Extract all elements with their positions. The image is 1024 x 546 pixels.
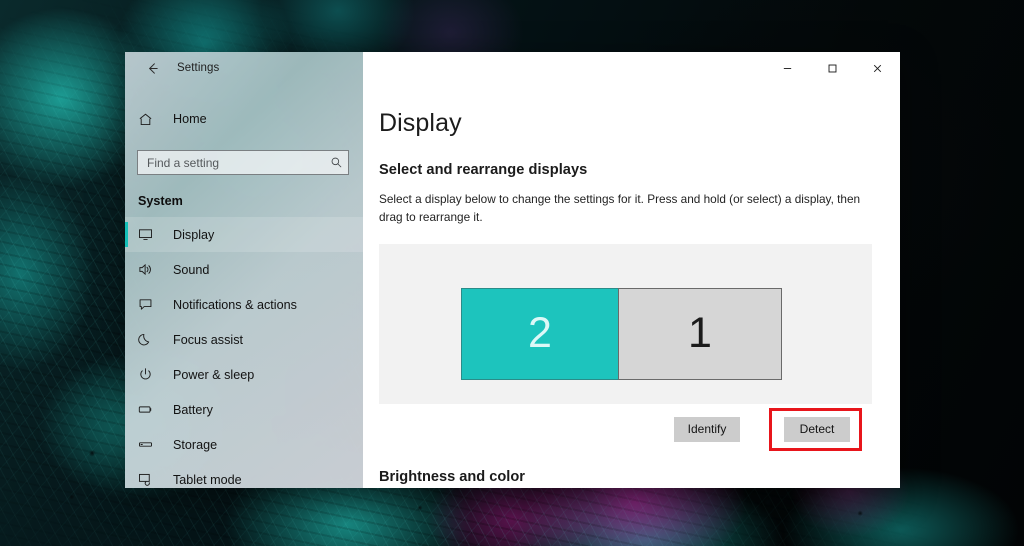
monitor-icon <box>138 227 164 242</box>
desktop: Settings Home Find a setting System Disp… <box>0 0 1024 546</box>
home-icon <box>138 112 164 127</box>
sidebar-item-notifications[interactable]: Notifications & actions <box>125 287 363 322</box>
tablet-icon <box>138 472 164 487</box>
sidebar-item-storage[interactable]: Storage <box>125 427 363 462</box>
sidebar-item-power-sleep[interactable]: Power & sleep <box>125 357 363 392</box>
sidebar-category-heading: System <box>138 194 183 208</box>
display-action-buttons: Identify Detect <box>379 407 872 451</box>
notification-icon <box>138 297 164 312</box>
identify-button[interactable]: Identify <box>674 416 740 442</box>
speaker-icon <box>138 262 164 277</box>
maximize-button[interactable] <box>810 52 855 84</box>
search-icon <box>324 151 348 174</box>
display-tile-2[interactable]: 2 <box>461 287 619 380</box>
power-icon <box>138 367 164 382</box>
moon-icon <box>138 332 164 347</box>
sidebar-item-home-label: Home <box>173 112 207 126</box>
settings-content-pane: Display Select and rearrange displays Se… <box>363 52 900 488</box>
minimize-button[interactable] <box>765 52 810 84</box>
sidebar-item-focus-assist[interactable]: Focus assist <box>125 322 363 357</box>
sidebar-nav-list: Display Sound Notifications & actions Fo… <box>125 217 363 488</box>
display-tile-2-number: 2 <box>528 309 552 358</box>
window-title: Settings <box>177 62 220 74</box>
sidebar-item-focus-assist-label: Focus assist <box>173 332 243 347</box>
brightness-and-color-heading: Brightness and color <box>379 468 525 485</box>
battery-icon <box>138 402 164 417</box>
sidebar-item-display[interactable]: Display <box>125 217 363 252</box>
sidebar-item-sound-label: Sound <box>173 262 210 277</box>
sidebar-item-tablet-mode-label: Tablet mode <box>173 472 242 487</box>
window-caption-bar <box>363 52 900 84</box>
back-button[interactable] <box>137 56 167 80</box>
section-heading: Select and rearrange displays <box>379 162 588 178</box>
detect-button[interactable]: Detect <box>784 416 850 442</box>
sidebar-item-storage-label: Storage <box>173 437 218 452</box>
sidebar-item-display-label: Display <box>173 227 215 242</box>
section-description: Select a display below to change the set… <box>379 192 861 224</box>
sidebar-item-tablet-mode[interactable]: Tablet mode <box>125 462 363 488</box>
nav-title-bar: Settings <box>125 52 363 84</box>
search-input[interactable] <box>138 155 324 170</box>
storage-icon <box>138 437 164 452</box>
display-tile-1[interactable]: 1 <box>618 287 782 380</box>
settings-window: Settings Home Find a setting System Disp… <box>125 52 900 488</box>
close-button[interactable] <box>855 52 900 84</box>
page-title: Display <box>379 109 462 137</box>
sidebar-item-power-sleep-label: Power & sleep <box>173 367 255 382</box>
search-box[interactable] <box>137 150 349 175</box>
sidebar-item-notifications-label: Notifications & actions <box>173 297 297 312</box>
sidebar-item-battery-label: Battery <box>173 402 213 417</box>
display-arrangement-canvas[interactable]: 2 1 <box>379 243 872 404</box>
settings-navigation-pane: Settings Home Find a setting System Disp… <box>125 52 363 488</box>
sidebar-item-home[interactable]: Home <box>125 102 363 136</box>
monitor-group: 2 1 <box>461 287 782 380</box>
display-settings-body: Display Select and rearrange displays Se… <box>363 84 900 485</box>
sidebar-item-sound[interactable]: Sound <box>125 252 363 287</box>
display-tile-1-number: 1 <box>688 309 712 358</box>
sidebar-item-battery[interactable]: Battery <box>125 392 363 427</box>
